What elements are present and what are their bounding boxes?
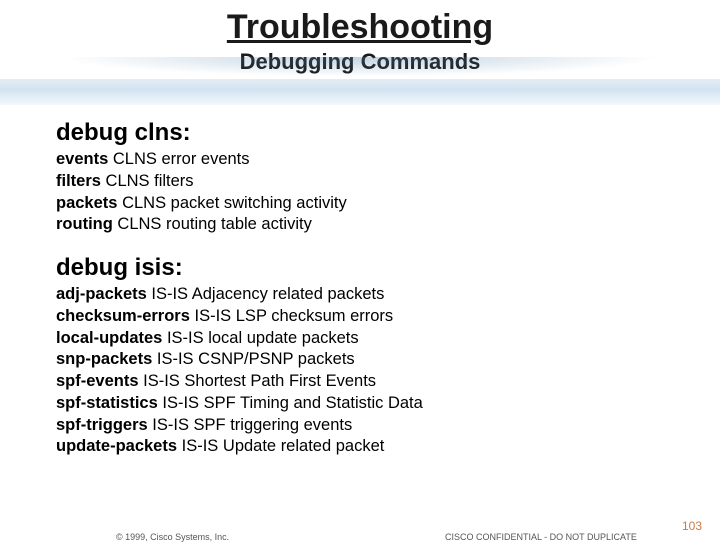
list-item: routing CLNS routing table activity <box>56 214 664 236</box>
list-item: update-packets IS-IS Update related pack… <box>56 436 664 458</box>
list-item: spf-events IS-IS Shortest Path First Eve… <box>56 371 664 393</box>
slide-content: debug clns: events CLNS error events fil… <box>0 105 720 458</box>
confidential-text: CISCO CONFIDENTIAL - DO NOT DUPLICATE <box>445 532 637 542</box>
list-item: filters CLNS filters <box>56 171 664 193</box>
list-item: adj-packets IS-IS Adjacency related pack… <box>56 284 664 306</box>
list-item: spf-statistics IS-IS SPF Timing and Stat… <box>56 393 664 415</box>
section-items: events CLNS error events filters CLNS fi… <box>56 149 664 236</box>
slide-title: Troubleshooting <box>0 8 720 47</box>
list-item: checksum-errors IS-IS LSP checksum error… <box>56 306 664 328</box>
copyright-text: © 1999, Cisco Systems, Inc. <box>116 532 229 542</box>
section-title: debug isis: <box>56 254 664 282</box>
list-item: packets CLNS packet switching activity <box>56 193 664 215</box>
section-title: debug clns: <box>56 119 664 147</box>
header-gradient-bar <box>0 79 720 105</box>
page-number: 103 <box>682 519 702 533</box>
list-item: local-updates IS-IS local update packets <box>56 328 664 350</box>
list-item: events CLNS error events <box>56 149 664 171</box>
list-item: snp-packets IS-IS CSNP/PSNP packets <box>56 349 664 371</box>
section-items: adj-packets IS-IS Adjacency related pack… <box>56 284 664 458</box>
list-item: spf-triggers IS-IS SPF triggering events <box>56 415 664 437</box>
